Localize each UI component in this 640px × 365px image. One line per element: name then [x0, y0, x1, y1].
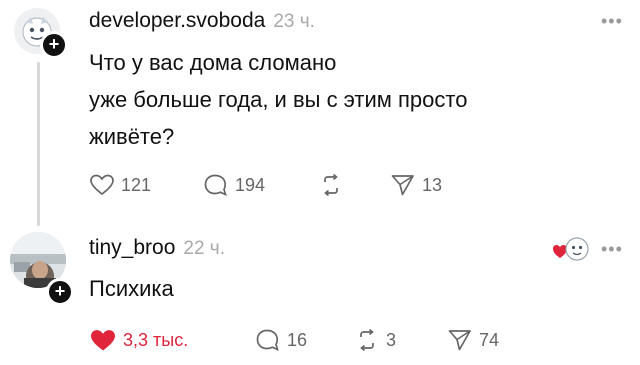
post-header: developer.svoboda 23 ч. [89, 9, 315, 33]
post-actions: 3,3 тыс. 16 3 74 [0, 326, 640, 356]
like-count: 3,3 тыс. [123, 330, 189, 350]
comment-button[interactable]: 16 [255, 328, 307, 352]
post-body: Что у вас дома сломано уже больше года, … [89, 44, 467, 155]
post-header: tiny_broo 22 ч. [89, 236, 225, 260]
like-button[interactable]: 3,3 тыс. [89, 328, 188, 353]
thread-connector-line [37, 62, 40, 226]
share-icon [448, 330, 471, 351]
post-time: 23 ч. [273, 11, 315, 32]
comment-count: 194 [235, 174, 266, 195]
repost-icon [360, 328, 374, 352]
repost-count: 3 [386, 329, 397, 350]
username-link[interactable]: tiny_broo [89, 236, 175, 259]
heart-icon [90, 174, 114, 196]
post-body: Психика [89, 270, 174, 307]
share-count: 13 [422, 174, 443, 195]
more-icon[interactable]: ••• [601, 12, 623, 30]
heart-filled-icon [91, 330, 115, 351]
reaction-emoji-icon [553, 237, 589, 261]
share-icon [391, 175, 414, 196]
repost-icon [324, 173, 338, 197]
comment-icon [204, 174, 227, 197]
post-time: 22 ч. [183, 238, 225, 259]
post-text-line: уже больше года, и вы с этим просто [89, 87, 468, 112]
repost-button[interactable]: 3 [354, 328, 396, 352]
post-text-line: Психика [89, 276, 174, 301]
post-actions: 121 194 13 [0, 171, 640, 201]
post-text-line: живёте? [89, 124, 175, 149]
username-link[interactable]: developer.svoboda [89, 9, 265, 32]
comment-button[interactable]: 194 [203, 173, 265, 197]
share-button[interactable]: 13 [390, 173, 442, 197]
more-icon[interactable]: ••• [601, 240, 623, 258]
comment-count: 16 [287, 329, 308, 350]
repost-button[interactable] [318, 173, 350, 197]
follow-plus-icon[interactable]: + [46, 278, 74, 306]
like-button[interactable]: 121 [89, 173, 151, 197]
threads-post-screenshot: + developer.svoboda 23 ч. ••• Что у вас д… [0, 0, 640, 365]
share-count: 74 [479, 329, 500, 350]
post-text-line: Что у вас дома сломано [89, 50, 337, 75]
comment-icon [256, 329, 279, 352]
follow-plus-icon[interactable]: + [40, 31, 68, 59]
share-button[interactable]: 74 [447, 328, 499, 352]
like-count: 121 [121, 174, 152, 195]
